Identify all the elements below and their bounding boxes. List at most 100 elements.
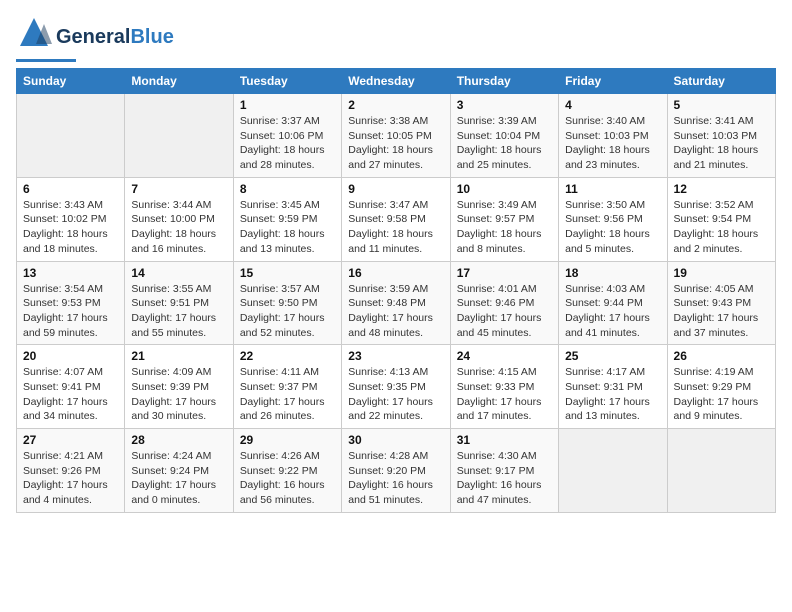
day-info: Sunrise: 4:09 AM Sunset: 9:39 PM Dayligh… <box>131 365 226 424</box>
day-number: 29 <box>240 433 335 447</box>
calendar-cell: 23 Sunrise: 4:13 AM Sunset: 9:35 PM Dayli… <box>342 345 450 429</box>
day-number: 16 <box>348 266 443 280</box>
logo: GeneralBlue <box>16 16 174 62</box>
day-number: 7 <box>131 182 226 196</box>
page-header: GeneralBlue <box>16 16 776 62</box>
calendar-cell <box>125 94 233 178</box>
weekday-header-saturday: Saturday <box>667 69 775 94</box>
day-info: Sunrise: 4:26 AM Sunset: 9:22 PM Dayligh… <box>240 449 335 508</box>
calendar-cell: 28Sunrise: 4:24 AM Sunset: 9:24 PM Dayli… <box>125 429 233 513</box>
day-number: 5 <box>674 98 769 112</box>
calendar-cell: 13 Sunrise: 3:54 AM Sunset: 9:53 PM Dayli… <box>17 261 125 345</box>
calendar-cell: 3 Sunrise: 3:39 AM Sunset: 10:04 PM Dayli… <box>450 94 558 178</box>
day-number: 28 <box>131 433 226 447</box>
day-info: Sunrise: 3:41 AM Sunset: 10:03 PM Daylig… <box>674 114 769 173</box>
day-number: 19 <box>674 266 769 280</box>
day-info: Sunrise: 3:52 AM Sunset: 9:54 PM Dayligh… <box>674 198 769 257</box>
calendar-cell: 20 Sunrise: 4:07 AM Sunset: 9:41 PM Dayli… <box>17 345 125 429</box>
calendar-cell <box>667 429 775 513</box>
calendar-cell: 14 Sunrise: 3:55 AM Sunset: 9:51 PM Dayli… <box>125 261 233 345</box>
day-info: Sunrise: 3:44 AM Sunset: 10:00 PM Daylig… <box>131 198 226 257</box>
calendar-cell: 5 Sunrise: 3:41 AM Sunset: 10:03 PM Dayli… <box>667 94 775 178</box>
day-info: Sunrise: 4:07 AM Sunset: 9:41 PM Dayligh… <box>23 365 118 424</box>
calendar-cell: 15 Sunrise: 3:57 AM Sunset: 9:50 PM Dayli… <box>233 261 341 345</box>
calendar-cell: 30 Sunrise: 4:28 AM Sunset: 9:20 PM Dayli… <box>342 429 450 513</box>
day-info: Sunrise: 4:03 AM Sunset: 9:44 PM Dayligh… <box>565 282 660 341</box>
day-info: Sunrise: 4:01 AM Sunset: 9:46 PM Dayligh… <box>457 282 552 341</box>
day-number: 15 <box>240 266 335 280</box>
calendar-cell: 2Sunrise: 3:38 AM Sunset: 10:05 PM Dayli… <box>342 94 450 178</box>
day-number: 3 <box>457 98 552 112</box>
day-info: Sunrise: 3:55 AM Sunset: 9:51 PM Dayligh… <box>131 282 226 341</box>
weekday-header-thursday: Thursday <box>450 69 558 94</box>
day-number: 10 <box>457 182 552 196</box>
day-number: 12 <box>674 182 769 196</box>
calendar-cell: 19 Sunrise: 4:05 AM Sunset: 9:43 PM Dayli… <box>667 261 775 345</box>
calendar-cell: 6Sunrise: 3:43 AM Sunset: 10:02 PM Dayli… <box>17 177 125 261</box>
day-number: 14 <box>131 266 226 280</box>
calendar-cell: 29 Sunrise: 4:26 AM Sunset: 9:22 PM Dayli… <box>233 429 341 513</box>
day-info: Sunrise: 3:49 AM Sunset: 9:57 PM Dayligh… <box>457 198 552 257</box>
day-number: 18 <box>565 266 660 280</box>
day-info: Sunrise: 3:43 AM Sunset: 10:02 PM Daylig… <box>23 198 118 257</box>
weekday-header-sunday: Sunday <box>17 69 125 94</box>
day-number: 17 <box>457 266 552 280</box>
day-info: Sunrise: 3:37 AM Sunset: 10:06 PM Daylig… <box>240 114 335 173</box>
calendar-cell: 18 Sunrise: 4:03 AM Sunset: 9:44 PM Dayli… <box>559 261 667 345</box>
calendar-cell: 24 Sunrise: 4:15 AM Sunset: 9:33 PM Dayli… <box>450 345 558 429</box>
day-number: 26 <box>674 349 769 363</box>
day-number: 11 <box>565 182 660 196</box>
calendar-cell: 22 Sunrise: 4:11 AM Sunset: 9:37 PM Dayli… <box>233 345 341 429</box>
day-info: Sunrise: 4:11 AM Sunset: 9:37 PM Dayligh… <box>240 365 335 424</box>
day-info: Sunrise: 3:59 AM Sunset: 9:48 PM Dayligh… <box>348 282 443 341</box>
day-number: 21 <box>131 349 226 363</box>
calendar-cell: 17 Sunrise: 4:01 AM Sunset: 9:46 PM Dayli… <box>450 261 558 345</box>
day-number: 31 <box>457 433 552 447</box>
calendar-cell: 26 Sunrise: 4:19 AM Sunset: 9:29 PM Dayli… <box>667 345 775 429</box>
day-info: Sunrise: 4:13 AM Sunset: 9:35 PM Dayligh… <box>348 365 443 424</box>
calendar-week-row: 6Sunrise: 3:43 AM Sunset: 10:02 PM Dayli… <box>17 177 776 261</box>
day-number: 20 <box>23 349 118 363</box>
day-info: Sunrise: 4:28 AM Sunset: 9:20 PM Dayligh… <box>348 449 443 508</box>
day-info: Sunrise: 3:50 AM Sunset: 9:56 PM Dayligh… <box>565 198 660 257</box>
day-info: Sunrise: 4:17 AM Sunset: 9:31 PM Dayligh… <box>565 365 660 424</box>
day-info: Sunrise: 4:30 AM Sunset: 9:17 PM Dayligh… <box>457 449 552 508</box>
logo-text: GeneralBlue <box>56 26 174 48</box>
calendar-cell: 4 Sunrise: 3:40 AM Sunset: 10:03 PM Dayli… <box>559 94 667 178</box>
weekday-header-friday: Friday <box>559 69 667 94</box>
day-number: 4 <box>565 98 660 112</box>
day-info: Sunrise: 3:57 AM Sunset: 9:50 PM Dayligh… <box>240 282 335 341</box>
calendar-header-row: SundayMondayTuesdayWednesdayThursdayFrid… <box>17 69 776 94</box>
day-number: 30 <box>348 433 443 447</box>
calendar-cell: 9Sunrise: 3:47 AM Sunset: 9:58 PM Daylig… <box>342 177 450 261</box>
day-number: 23 <box>348 349 443 363</box>
day-number: 8 <box>240 182 335 196</box>
calendar-cell <box>559 429 667 513</box>
logo-icon <box>16 16 52 57</box>
weekday-header-tuesday: Tuesday <box>233 69 341 94</box>
calendar-week-row: 1Sunrise: 3:37 AM Sunset: 10:06 PM Dayli… <box>17 94 776 178</box>
day-info: Sunrise: 4:15 AM Sunset: 9:33 PM Dayligh… <box>457 365 552 424</box>
calendar-cell: 8 Sunrise: 3:45 AM Sunset: 9:59 PM Daylig… <box>233 177 341 261</box>
day-info: Sunrise: 4:21 AM Sunset: 9:26 PM Dayligh… <box>23 449 118 508</box>
calendar-cell: 31 Sunrise: 4:30 AM Sunset: 9:17 PM Dayli… <box>450 429 558 513</box>
day-info: Sunrise: 3:38 AM Sunset: 10:05 PM Daylig… <box>348 114 443 173</box>
day-info: Sunrise: 3:39 AM Sunset: 10:04 PM Daylig… <box>457 114 552 173</box>
calendar-cell: 10 Sunrise: 3:49 AM Sunset: 9:57 PM Dayli… <box>450 177 558 261</box>
day-info: Sunrise: 3:45 AM Sunset: 9:59 PM Dayligh… <box>240 198 335 257</box>
day-info: Sunrise: 3:54 AM Sunset: 9:53 PM Dayligh… <box>23 282 118 341</box>
calendar-cell: 7 Sunrise: 3:44 AM Sunset: 10:00 PM Dayli… <box>125 177 233 261</box>
calendar-cell: 1Sunrise: 3:37 AM Sunset: 10:06 PM Dayli… <box>233 94 341 178</box>
day-number: 22 <box>240 349 335 363</box>
calendar-week-row: 27Sunrise: 4:21 AM Sunset: 9:26 PM Dayli… <box>17 429 776 513</box>
weekday-header-monday: Monday <box>125 69 233 94</box>
day-number: 24 <box>457 349 552 363</box>
day-number: 13 <box>23 266 118 280</box>
weekday-header-wednesday: Wednesday <box>342 69 450 94</box>
day-info: Sunrise: 4:05 AM Sunset: 9:43 PM Dayligh… <box>674 282 769 341</box>
day-info: Sunrise: 3:40 AM Sunset: 10:03 PM Daylig… <box>565 114 660 173</box>
day-info: Sunrise: 4:19 AM Sunset: 9:29 PM Dayligh… <box>674 365 769 424</box>
calendar-week-row: 13 Sunrise: 3:54 AM Sunset: 9:53 PM Dayli… <box>17 261 776 345</box>
day-number: 9 <box>348 182 443 196</box>
calendar-cell <box>17 94 125 178</box>
